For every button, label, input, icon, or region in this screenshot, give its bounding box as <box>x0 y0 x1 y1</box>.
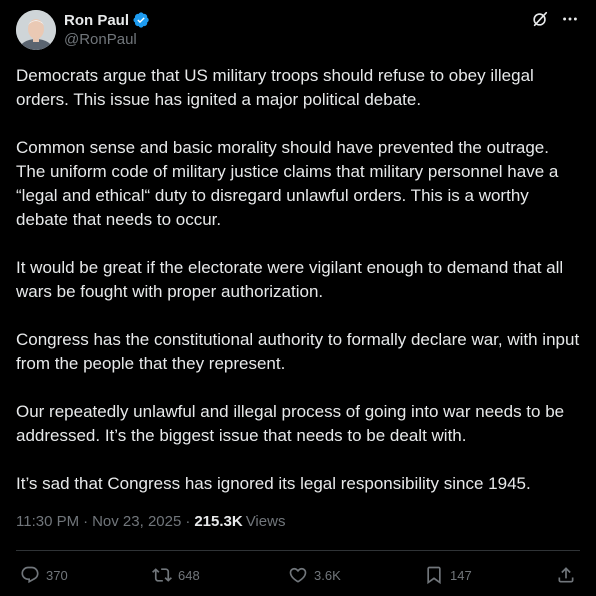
tweet-text: Democrats argue that US military troops … <box>16 64 582 496</box>
heart-icon <box>289 567 307 583</box>
views-count: 215.3K <box>194 513 243 530</box>
author-name-row: Ron Paul <box>64 11 150 29</box>
reply-button[interactable]: 370 <box>20 560 68 590</box>
meta-separator: · <box>185 513 191 530</box>
tweet-paragraph: Our repeatedly unlawful and illegal proc… <box>16 402 569 445</box>
tweet-paragraph: It’s sad that Congress has ignored its l… <box>16 474 531 493</box>
tweet-meta: 11:30 PM · Nov 23, 2025 · 215.3K Views <box>16 513 285 530</box>
tweet-paragraph: Congress has the constitutional authorit… <box>16 330 584 373</box>
post-time[interactable]: 11:30 PM <box>16 513 79 530</box>
avatar[interactable] <box>16 10 56 50</box>
more-icon[interactable] <box>560 9 580 29</box>
share-button[interactable] <box>556 560 576 590</box>
views-label: Views <box>245 513 286 530</box>
bookmark-icon <box>427 566 441 585</box>
bookmark-button[interactable]: 147 <box>424 560 472 590</box>
tweet-paragraph: Democrats argue that US military troops … <box>16 66 539 109</box>
author-handle[interactable]: @RonPaul <box>64 31 137 48</box>
retweet-button[interactable]: 648 <box>152 560 200 590</box>
action-bar: 370 648 3.6K 147 <box>0 560 596 590</box>
top-actions <box>530 9 580 29</box>
retweet-count: 648 <box>178 567 200 583</box>
divider <box>16 550 580 551</box>
post-date[interactable]: Nov 23, 2025 <box>92 513 181 530</box>
tweet-paragraph: It would be great if the electorate were… <box>16 258 568 301</box>
like-count: 3.6K <box>314 567 341 583</box>
display-name[interactable]: Ron Paul <box>64 12 129 29</box>
tweet-paragraph: Common sense and basic morality should h… <box>16 138 564 229</box>
bookmark-count: 147 <box>450 567 472 583</box>
reply-icon <box>21 566 39 584</box>
meta-separator: · <box>83 513 89 530</box>
verified-badge-icon[interactable] <box>132 11 150 29</box>
share-icon <box>558 567 574 583</box>
avatar-image <box>16 10 56 50</box>
grok-icon[interactable] <box>530 9 550 29</box>
like-button[interactable]: 3.6K <box>288 560 341 590</box>
reply-count: 370 <box>46 567 68 583</box>
retweet-icon <box>152 568 172 582</box>
